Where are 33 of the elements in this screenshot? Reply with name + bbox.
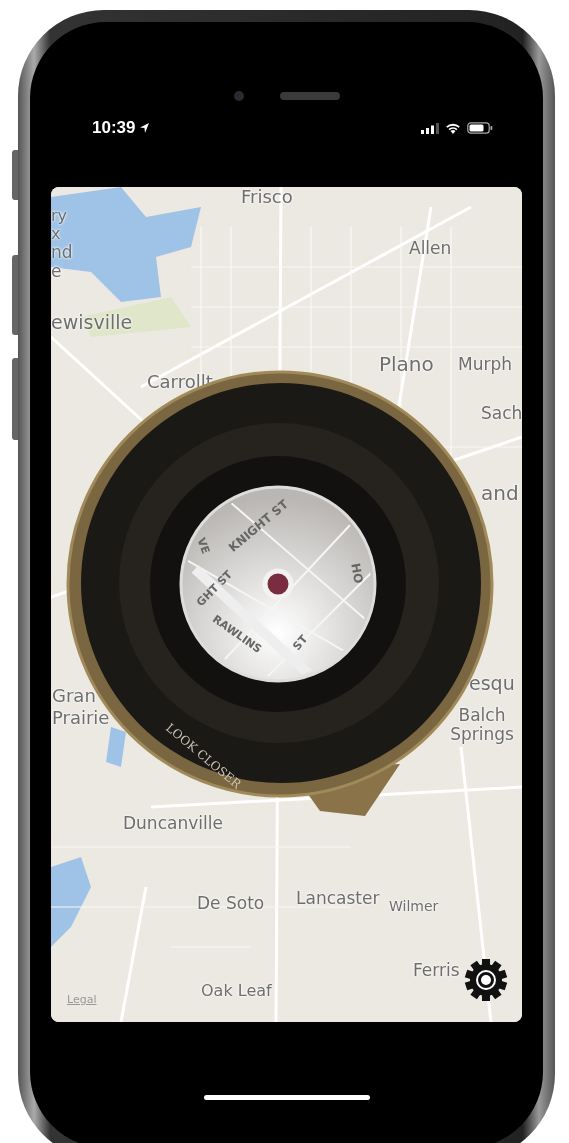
map-label: Frisco — [241, 187, 293, 207]
map-label: ry — [51, 207, 68, 225]
street-label: VE — [194, 536, 213, 556]
map-label: Oak Leaf — [201, 982, 272, 1000]
map-label: De Soto — [197, 894, 265, 913]
battery-icon — [467, 122, 493, 134]
map-label: Wilmer — [389, 899, 439, 915]
legal-link[interactable]: Legal — [67, 993, 97, 1006]
map-label: x — [51, 225, 61, 243]
map-label: e — [51, 262, 62, 281]
map-label: Sach — [481, 404, 522, 423]
status-time: 10:39 — [92, 118, 136, 138]
map-label: Duncanville — [123, 814, 223, 833]
wifi-icon — [445, 122, 461, 134]
street-label: ST — [290, 632, 311, 653]
map-label: nd — [51, 243, 73, 262]
street-label: HO — [348, 562, 366, 585]
map-label: Balch Springs — [449, 706, 515, 744]
map-label: Plano — [379, 353, 434, 375]
signal-icon — [421, 122, 439, 134]
settings-icon[interactable] — [464, 958, 508, 1002]
map-label: esqu — [469, 673, 515, 694]
speaker-icon — [279, 92, 340, 100]
map-label: Gran — [52, 686, 96, 706]
map-label: Lancaster — [296, 889, 380, 908]
map-label: and — [481, 482, 519, 504]
map-label: ewisville — [51, 312, 133, 333]
camera-icon — [233, 91, 244, 101]
map-label: Allen — [409, 239, 452, 258]
location-arrow-icon — [139, 122, 151, 134]
map-label: Ferris — [413, 961, 460, 980]
map-label: Prairie — [52, 708, 110, 728]
map-label: Murph — [458, 355, 512, 374]
